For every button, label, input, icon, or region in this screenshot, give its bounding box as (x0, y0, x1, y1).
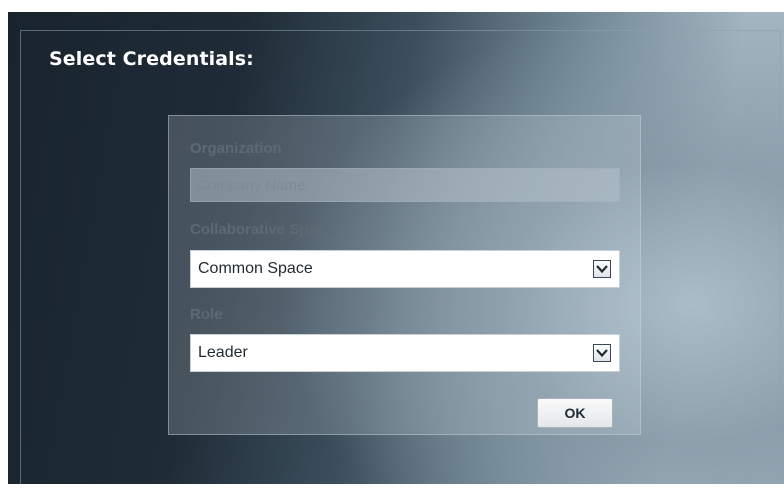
credentials-form: Organization Collaborative Space Common … (168, 115, 641, 435)
chevron-down-icon[interactable] (593, 260, 611, 278)
chevron-down-icon[interactable] (593, 344, 611, 362)
role-select[interactable]: Leader (190, 334, 620, 372)
screen: Select Credentials: Organization Collabo… (0, 0, 784, 489)
organization-input[interactable] (190, 168, 620, 202)
dialog-title: Select Credentials: (49, 48, 254, 70)
credentials-dialog: Select Credentials: Organization Collabo… (8, 12, 784, 484)
ok-button[interactable]: OK (537, 398, 613, 428)
collaborative-space-value: Common Space (198, 260, 313, 277)
collaborative-space-select[interactable]: Common Space (190, 250, 620, 288)
role-value: Leader (198, 344, 248, 361)
collaborative-space-label: Collaborative Space (190, 221, 334, 238)
organization-label: Organization (190, 140, 282, 157)
role-label: Role (190, 306, 223, 323)
